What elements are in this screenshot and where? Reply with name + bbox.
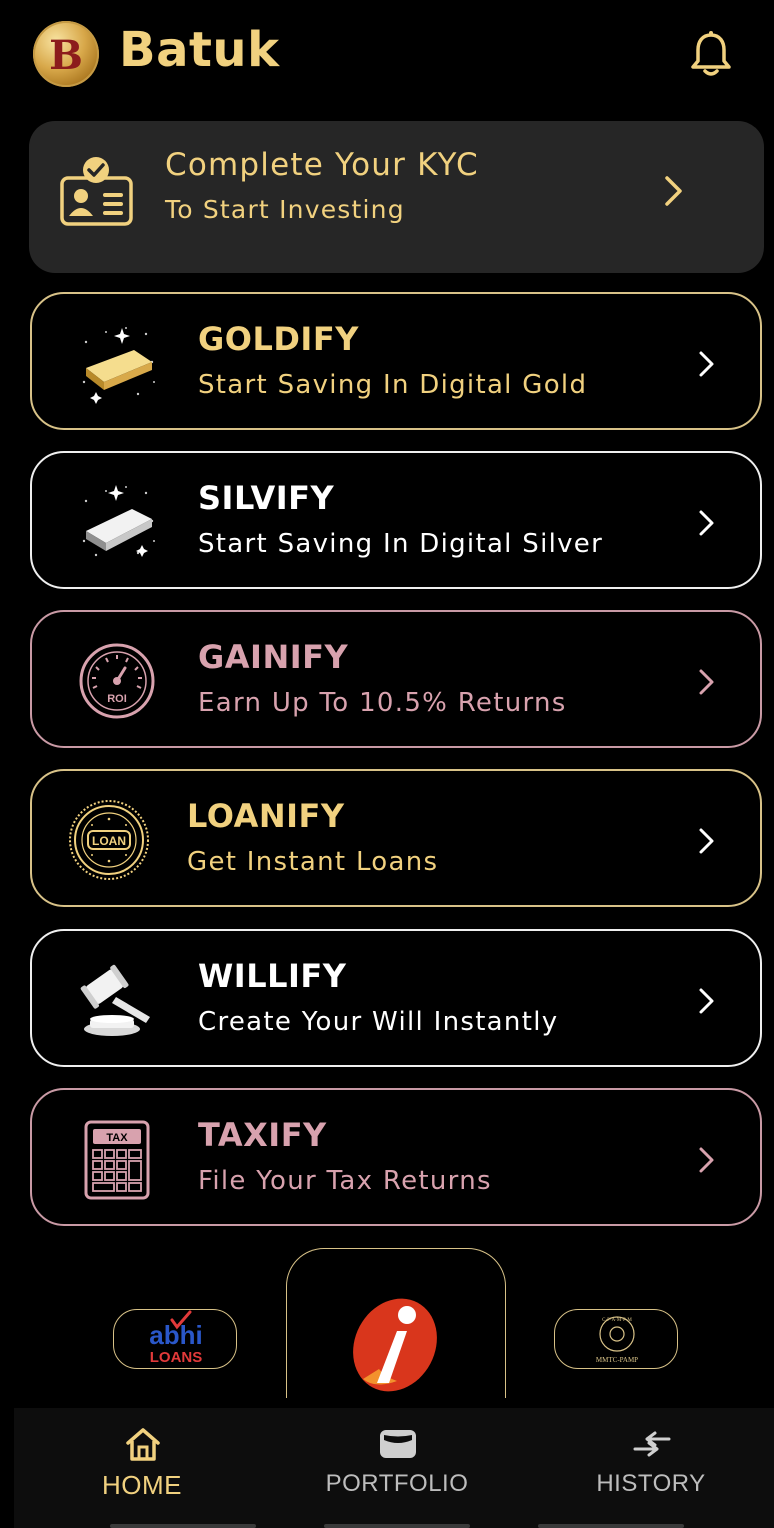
swap-arrows-icon [633,1431,671,1457]
brand-logo: B [33,21,99,87]
nav-label: HOME [102,1470,182,1500]
product-title: GOLDIFY [198,320,359,358]
product-card-gainify[interactable]: ROI GAINIFY Earn Up To 10.5% Returns [30,610,762,748]
loan-badge-icon: LOAN [69,800,149,880]
product-subtitle: File Your Tax Returns [198,1166,492,1196]
system-bar-segment [110,1524,256,1528]
app-header: B Batuk [14,0,774,110]
nav-tab-history[interactable]: HISTORY [551,1408,751,1528]
mmtc-pamp-logo: C·P·A·M·P·M MMTC-PAMP [596,1316,638,1364]
notification-bell-icon[interactable] [688,30,734,78]
chevron-right-icon [665,176,682,206]
product-subtitle: Start Saving In Digital Silver [198,529,604,559]
product-title: TAXIFY [198,1116,327,1154]
svg-text:MMTC-PAMP: MMTC-PAMP [596,1356,638,1364]
kyc-title: Complete Your KYC [165,147,479,183]
kyc-subtitle: To Start Investing [165,195,405,224]
product-card-loanify[interactable]: LOAN LOANIFY Get Instant Loans [30,769,762,907]
app-root: B Batuk Complete Your KYC To Start Inves… [14,0,774,1528]
kyc-banner[interactable]: Complete Your KYC To Start Investing [29,121,764,273]
system-bar-segment [324,1524,470,1528]
chevron-right-icon [699,988,714,1014]
chevron-right-icon [699,828,714,854]
svg-text:TAX: TAX [106,1132,128,1144]
product-card-goldify[interactable]: GOLDIFY Start Saving In Digital Gold [30,292,762,430]
silver-bar-icon [82,485,155,557]
abhi-loans-logo: abhi LOANS [149,1310,203,1366]
product-subtitle: Earn Up To 10.5% Returns [198,688,567,718]
roi-gauge-icon: ROI [79,643,155,719]
product-card-silvify[interactable]: SILVIFY Start Saving In Digital Silver [30,451,762,589]
brand-name: Batuk [119,22,280,78]
nav-label: PORTFOLIO [325,1470,469,1497]
chevron-right-icon [699,510,714,536]
product-title: GAINIFY [198,638,349,676]
product-title: WILLIFY [198,957,347,995]
product-card-willify[interactable]: WILLIFY Create Your Will Instantly [30,929,762,1067]
icici-i-logo [353,1298,437,1392]
nav-tab-portfolio[interactable]: PORTFOLIO [297,1408,497,1528]
partner-icici-tab[interactable] [286,1248,506,1398]
svg-text:LOANS: LOANS [150,1349,203,1366]
brand-logo-letter: B [49,32,83,79]
system-bar-segment [538,1524,684,1528]
product-subtitle: Get Instant Loans [187,847,439,877]
wallet-icon [380,1430,416,1458]
product-title: SILVIFY [198,479,335,517]
svg-text:ROI: ROI [107,693,127,705]
product-subtitle: Create Your Will Instantly [198,1007,559,1037]
home-icon [126,1428,160,1461]
partner-mmtc-pamp[interactable]: C·P·A·M·P·M MMTC-PAMP [554,1309,678,1369]
partner-abhi-loans[interactable]: abhi LOANS [113,1309,237,1369]
nav-tab-home[interactable]: HOME [42,1408,242,1528]
product-title: LOANIFY [187,797,345,835]
bottom-navigation: HOME PORTFOLIO HISTORY [14,1408,774,1528]
tax-calculator-icon: TAX [84,1120,150,1200]
id-card-check-icon [60,157,133,226]
product-card-taxify[interactable]: TAX TAXIFY File Your Tax Returns [30,1088,762,1226]
chevron-right-icon [699,669,714,695]
chevron-right-icon [699,351,714,377]
gavel-icon [80,964,150,1036]
product-subtitle: Start Saving In Digital Gold [198,370,588,400]
svg-text:LOAN: LOAN [92,834,126,848]
chevron-right-icon [699,1147,714,1173]
gold-bar-icon [82,327,155,404]
nav-label: HISTORY [596,1470,706,1497]
svg-text:C·P·A·M·P·M: C·P·A·M·P·M [602,1318,632,1323]
